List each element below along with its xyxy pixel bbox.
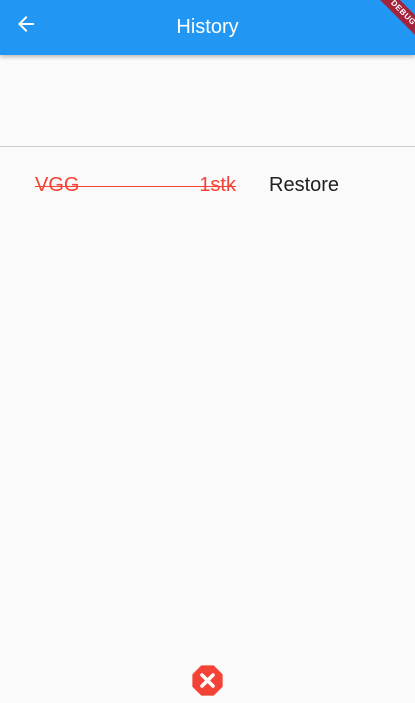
back-button[interactable] <box>6 6 46 46</box>
item-quantity: 1stk <box>199 174 236 196</box>
arrow-back-icon <box>14 12 38 41</box>
page-title: History <box>176 16 239 38</box>
app-bar: History <box>0 0 415 55</box>
history-screen: History DEBUG VGG 1stk Restore <box>0 0 415 703</box>
strikethrough-line <box>35 186 236 187</box>
history-item: VGG 1stk <box>35 166 236 206</box>
history-item-row: VGG 1stk Restore <box>0 166 415 206</box>
item-name: VGG <box>35 174 80 196</box>
divider <box>0 146 415 147</box>
clear-history-button[interactable] <box>191 664 224 697</box>
restore-button[interactable]: Restore <box>269 173 339 197</box>
close-octagon-icon <box>191 665 224 701</box>
